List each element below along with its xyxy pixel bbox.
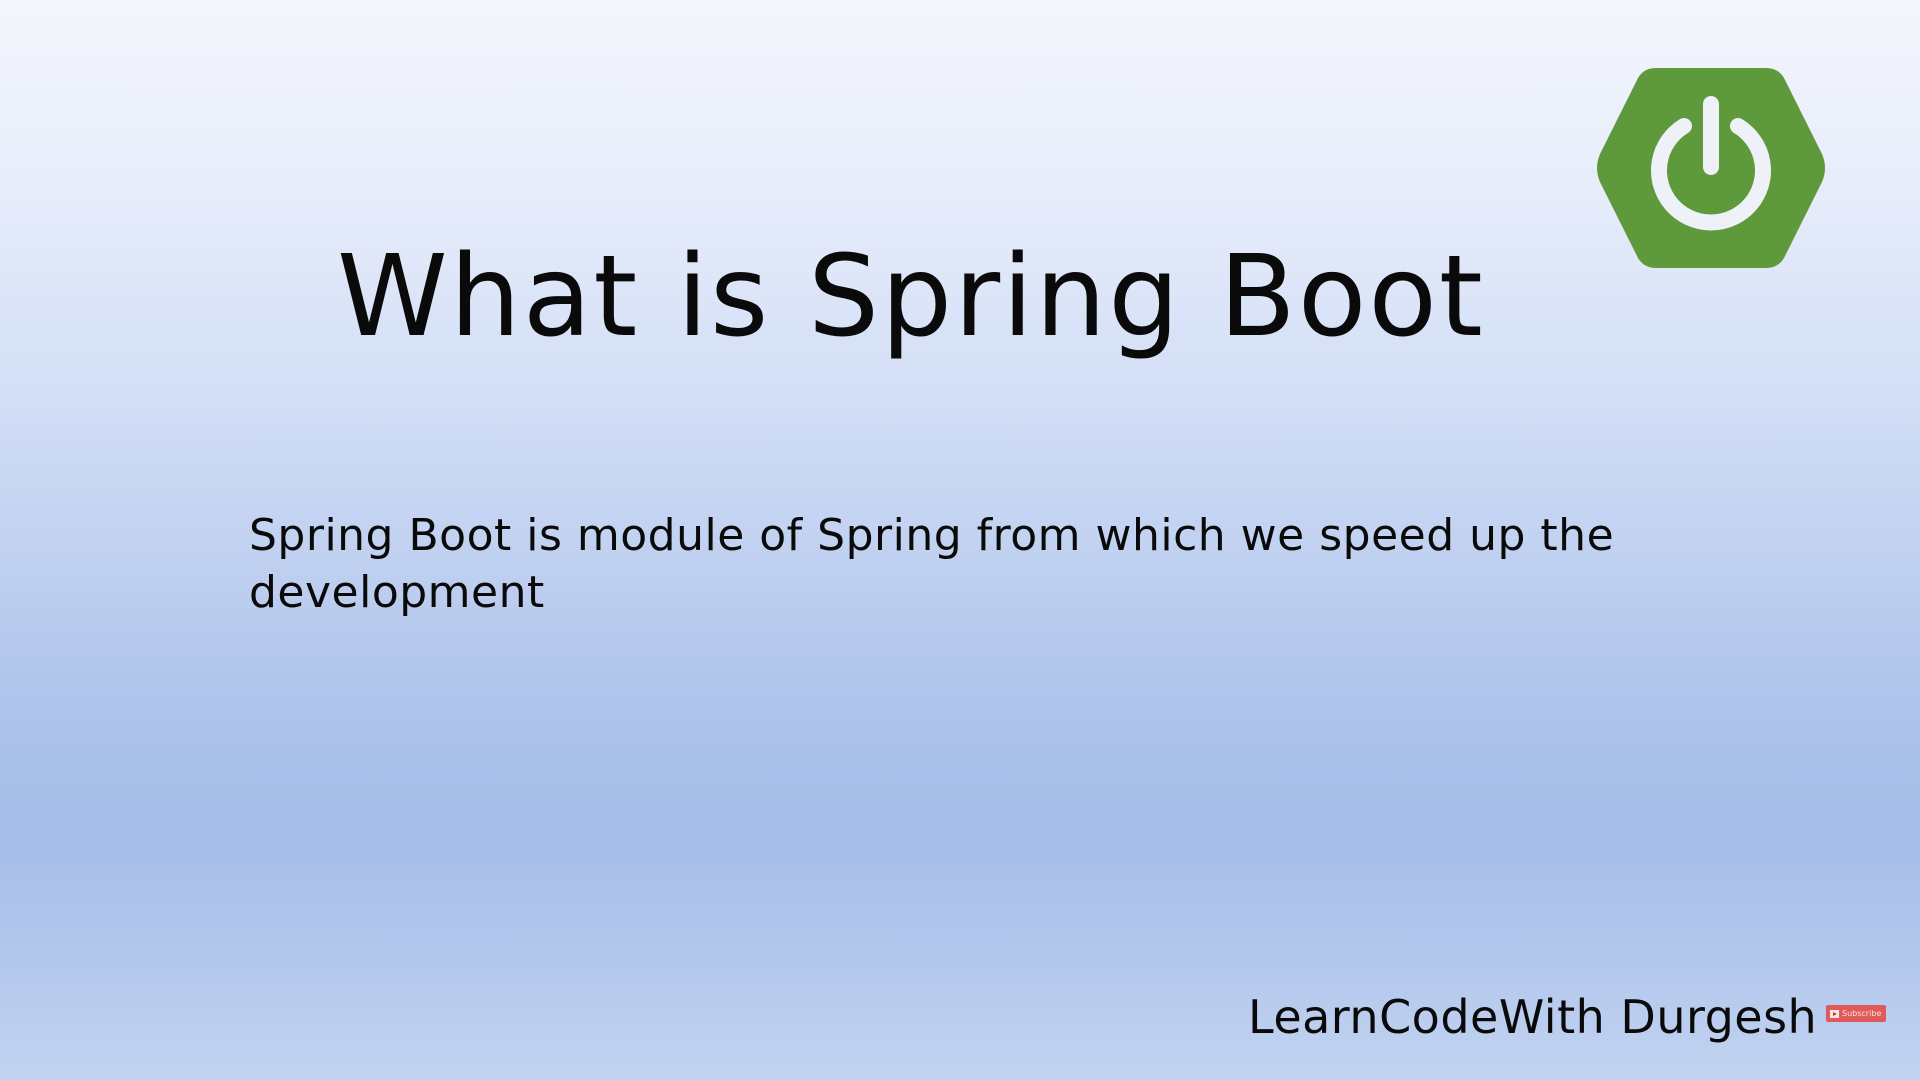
slide-title: What is Spring Boot xyxy=(337,232,1485,362)
channel-name: LearnCodeWith Durgesh xyxy=(1248,990,1818,1044)
spring-boot-logo-icon xyxy=(1597,68,1825,268)
play-icon xyxy=(1830,1009,1839,1018)
subscribe-label: Subscribe xyxy=(1842,1009,1882,1018)
subscribe-button[interactable]: Subscribe xyxy=(1826,1005,1886,1022)
slide-body-text: Spring Boot is module of Spring from whi… xyxy=(249,510,1615,618)
